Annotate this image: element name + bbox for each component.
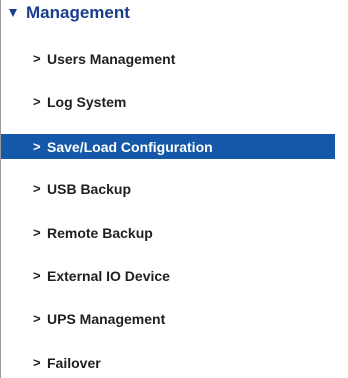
chevron-right-icon: > (33, 139, 41, 154)
menu-item-label: Failover (47, 354, 101, 371)
chevron-right-icon: > (33, 268, 41, 283)
chevron-right-icon: > (33, 355, 41, 370)
menu-item-label: Save/Load Configuration (47, 138, 213, 155)
menu-item-label: UPS Management (47, 310, 166, 327)
section-title: Management (26, 3, 130, 22)
menu-item-failover[interactable]: > Failover (1, 350, 335, 375)
menu-item-remote-backup[interactable]: > Remote Backup (1, 220, 335, 245)
menu-item-label: Remote Backup (47, 224, 153, 241)
management-section-header[interactable]: Management (2, 0, 348, 26)
menu-item-label: Users Management (47, 50, 176, 67)
chevron-right-icon: > (33, 181, 41, 196)
chevron-right-icon: > (33, 225, 41, 240)
menu-item-usb-backup[interactable]: > USB Backup (1, 176, 335, 201)
menu-item-users-management[interactable]: > Users Management (1, 46, 335, 71)
menu-item-ups-management[interactable]: > UPS Management (1, 306, 335, 331)
chevron-right-icon: > (33, 51, 41, 66)
menu-item-label: USB Backup (47, 180, 132, 197)
menu-item-save-load-configuration[interactable]: > Save/Load Configuration (1, 134, 335, 159)
menu-item-external-io-device[interactable]: > External IO Device (1, 263, 335, 288)
menu-item-label: External IO Device (47, 267, 170, 284)
menu-item-label: Log System (47, 93, 127, 110)
triangle-down-icon[interactable] (9, 9, 17, 17)
chevron-right-icon: > (33, 94, 41, 109)
chevron-right-icon: > (33, 311, 41, 326)
menu-item-log-system[interactable]: > Log System (1, 89, 335, 114)
